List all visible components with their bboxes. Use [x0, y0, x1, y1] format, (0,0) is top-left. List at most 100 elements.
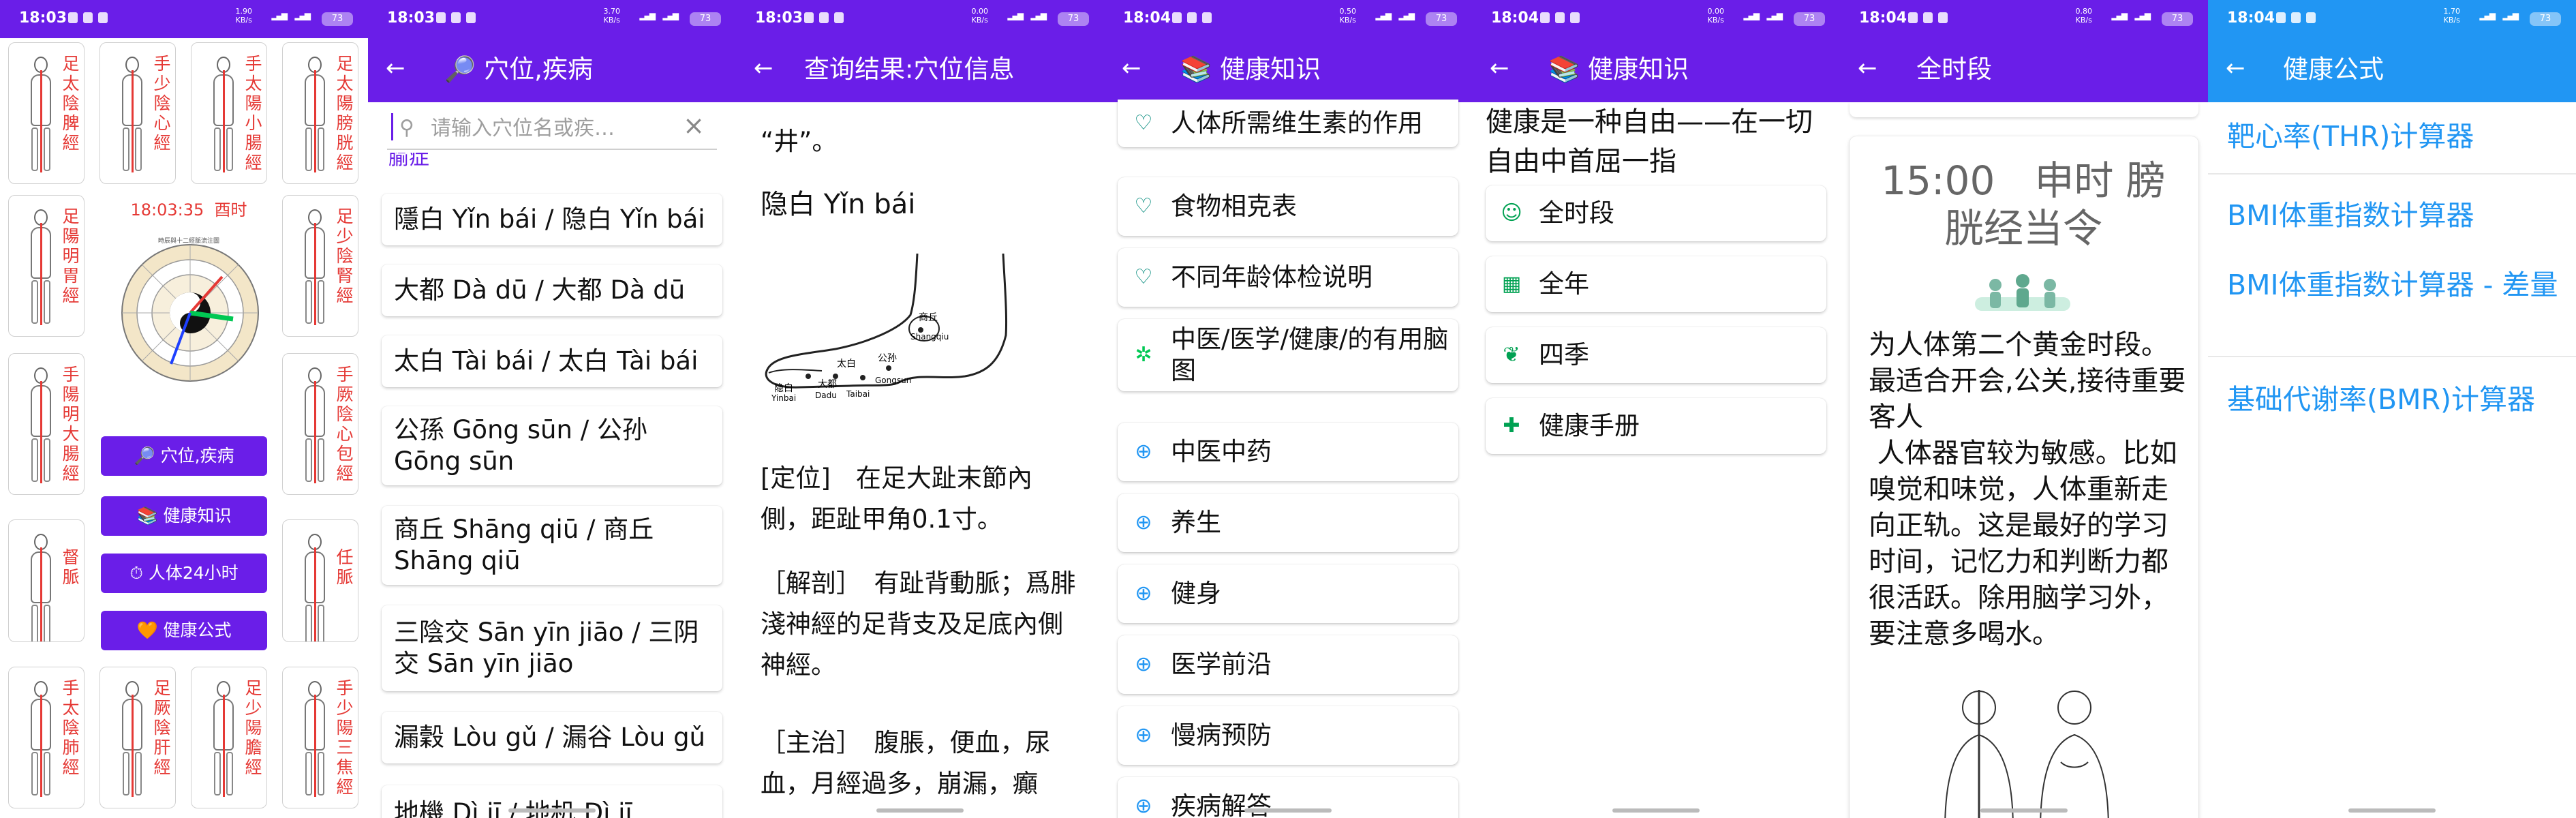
person-icon: ☺: [1501, 201, 1522, 225]
back-arrow-icon[interactable]: ←: [1122, 55, 1141, 82]
notification-icon: [98, 12, 108, 23]
meridian-label: 足少陰腎經: [336, 207, 354, 305]
meridian-label: 足少陽膽經: [245, 678, 262, 777]
knowledge-item[interactable]: ⊕ 慢病预防: [1118, 706, 1458, 765]
acupoint-disease-button[interactable]: 🔎 穴位,疾病: [101, 436, 267, 476]
meridian-label: 督脈: [62, 547, 80, 587]
net-speed: 0.00 KB/s: [971, 7, 989, 25]
knowledge-item[interactable]: ▦ 全年: [1486, 256, 1826, 312]
signal-icon: ▂▄▆: [1743, 11, 1760, 20]
knowledge-item[interactable]: ✚ 健康手册: [1486, 398, 1826, 454]
health-knowledge-button[interactable]: 📚 健康知识: [101, 496, 267, 536]
previous-card-edge: [1850, 102, 2198, 117]
toolbar: ← 全时段: [1840, 38, 2208, 102]
knowledge-item[interactable]: ♡ 食物相克表: [1118, 177, 1458, 236]
globe-icon: ⊕: [1135, 440, 1152, 464]
anatomy-text: ［解剖］ 有趾背動脈；爲腓淺神經的足背支及足底內側神經。: [761, 569, 1076, 680]
clock-panel: 18:03:35 酉时 時辰與十二經脈流注圖: [104, 38, 274, 434]
result-row[interactable]: 隱白 Yǐn bái / 隐白 Yǐn bái: [382, 194, 722, 245]
gesture-bar: [508, 808, 596, 813]
notification-icon: [1202, 12, 1212, 23]
period-card: 15:00 申时 膀胱经当令 为人体第二个黄金时段。最适合开会,公关,接待重要客…: [1850, 136, 2198, 818]
toolbar: ← 健康公式: [2208, 38, 2576, 102]
knowledge-item[interactable]: ♡ 不同年龄体检说明: [1118, 248, 1458, 307]
signal-icon: ▂▄▆: [639, 11, 656, 20]
bmi-delta-calculator-link[interactable]: BMI体重指数计算器 - 差量: [2227, 267, 2561, 303]
result-row[interactable]: 公孫 Gōng sūn / 公孙 Gōng sūn: [382, 406, 722, 485]
result-row[interactable]: 太白 Tài bái / 太白 Tài bái: [382, 335, 722, 387]
clear-icon[interactable]: ×: [683, 110, 705, 140]
battery-icon: 73: [690, 12, 721, 26]
heartbeat-icon: ♡: [1134, 265, 1153, 289]
back-arrow-icon[interactable]: ←: [1858, 55, 1877, 82]
meridian-card[interactable]: 手少陽三焦經: [282, 667, 358, 808]
back-arrow-icon[interactable]: ←: [1490, 55, 1509, 82]
toolbar: ← 📚 健康知识: [1104, 38, 1472, 102]
back-arrow-icon[interactable]: ←: [386, 55, 405, 82]
toolbar: ← 查询结果:穴位信息: [736, 38, 1104, 102]
screen-health-knowledge: 18:04 0.50 KB/s ▂▄▆ ▂▄▆ 73 ← 📚 健康知识 ♡ 人体所需维…: [1104, 0, 1472, 818]
result-row[interactable]: 三陰交 Sān yīn jiāo / 三阴交 Sān yīn jiāo: [382, 605, 722, 691]
meridian-card[interactable]: 任脈: [282, 519, 358, 642]
meridian-card[interactable]: 手陽明大腸經: [8, 353, 85, 495]
back-arrow-icon[interactable]: ←: [2226, 55, 2245, 82]
screen-health-knowledge-2: 18:04 0.00 KB/s ▂▄▆ ▂▄▆ 73 ← 📚 健康知识 健康是一种自…: [1472, 0, 1840, 818]
meridian-card[interactable]: 足太陽膀胱經: [282, 42, 358, 184]
figure-label: 太白: [837, 359, 856, 369]
meridian-card[interactable]: 手太陰肺經: [8, 667, 85, 808]
heartbeat-icon: ♡: [1134, 194, 1153, 218]
knowledge-item[interactable]: ⊕ 健身: [1118, 564, 1458, 623]
figure-icon: [22, 57, 59, 172]
toolbar: ← 📚 健康知识: [1472, 38, 1840, 102]
meridian-card[interactable]: 足少陰腎經: [282, 195, 358, 337]
net-speed: 1.90 KB/s: [235, 7, 253, 25]
meridian-card[interactable]: 足厥陰肝經: [99, 667, 176, 808]
bmi-calculator-link[interactable]: BMI体重指数计算器: [2227, 198, 2561, 233]
net-speed: 3.70 KB/s: [603, 7, 621, 25]
status-time: 18:04: [1859, 10, 1907, 27]
notification-icon: [2276, 12, 2286, 23]
battery-icon: 73: [1794, 12, 1825, 26]
meridian-card[interactable]: 督脈: [8, 519, 85, 642]
status-bar: 18:04 0.50 KB/s ▂▄▆ ▂▄▆ 73: [1104, 0, 1472, 38]
status-time: 18:04: [1123, 10, 1171, 27]
signal-icon: ▂▄▆: [1375, 11, 1392, 20]
screen-home: 18:03 1.90 KB/s ▂▄▆ ▂▄▆ 73 足太陰脾經 足陽明胃經 手陽…: [0, 0, 368, 818]
knowledge-item[interactable]: ⊕ 医学前沿: [1118, 635, 1458, 694]
knowledge-item[interactable]: ☺ 全时段: [1486, 185, 1826, 241]
status-bar: 18:04 0.80 KB/s ▂▄▆ ▂▄▆ 73: [1840, 0, 2208, 38]
knowledge-item[interactable]: ❦ 四季: [1486, 327, 1826, 383]
thr-calculator-link[interactable]: 靶心率(THR)计算器: [2227, 119, 2561, 154]
meridian-card[interactable]: 足陽明胃經: [8, 195, 85, 337]
meridian-card[interactable]: 手厥陰心包經: [282, 353, 358, 495]
figure-icon: [22, 367, 59, 483]
knowledge-item[interactable]: ⊕ 养生: [1118, 494, 1458, 552]
health-formula-button[interactable]: 🧡 健康公式: [101, 611, 267, 650]
result-row[interactable]: 大都 Dà dū / 大都 Dà dū: [382, 264, 722, 316]
signal-icon: ▂▄▆: [2134, 11, 2151, 20]
books-icon: 📚: [136, 506, 158, 526]
result-row[interactable]: 漏穀 Lòu gǔ / 漏谷 Lòu gǔ: [382, 712, 722, 763]
search-input[interactable]: [431, 113, 669, 143]
meridian-card[interactable]: 足太陰脾經: [8, 42, 85, 184]
indication-text: ［主治］ 腹脹，便血，尿血，月經過多，崩漏，癲: [761, 728, 1051, 798]
knowledge-item[interactable]: ✲ 中医/医学/健康/的有用脑图: [1118, 319, 1458, 391]
books-icon: 📚: [1180, 55, 1212, 84]
back-arrow-icon[interactable]: ←: [754, 55, 773, 82]
heart-icon: 🧡: [136, 620, 158, 640]
knowledge-item[interactable]: ♡ 人体所需维生素的作用: [1118, 100, 1458, 147]
meridian-card[interactable]: 足少陽膽經: [191, 667, 267, 808]
knowledge-item[interactable]: ⊕ 中医中药: [1118, 423, 1458, 481]
net-speed: 0.80 KB/s: [2075, 7, 2093, 25]
people-illustration: [1975, 274, 2070, 311]
signal-icon: ▂▄▆: [2479, 11, 2496, 20]
result-row[interactable]: 地機 Dì jī / 地机 Dì jī: [382, 785, 722, 818]
result-row[interactable]: 商丘 Shāng qiū / 商丘 Shāng qiū: [382, 506, 722, 585]
notification-icon: [1555, 12, 1565, 23]
bmr-calculator-link[interactable]: 基础代谢率(BMR)计算器: [2227, 382, 2561, 417]
notification-icon: [466, 12, 476, 23]
notification-icon: [1187, 12, 1197, 23]
search-icon: 🔎: [444, 55, 476, 84]
body-24h-button[interactable]: ⏱ 人体24小时: [101, 554, 267, 593]
meridian-label: 足陽明胃經: [62, 207, 80, 305]
